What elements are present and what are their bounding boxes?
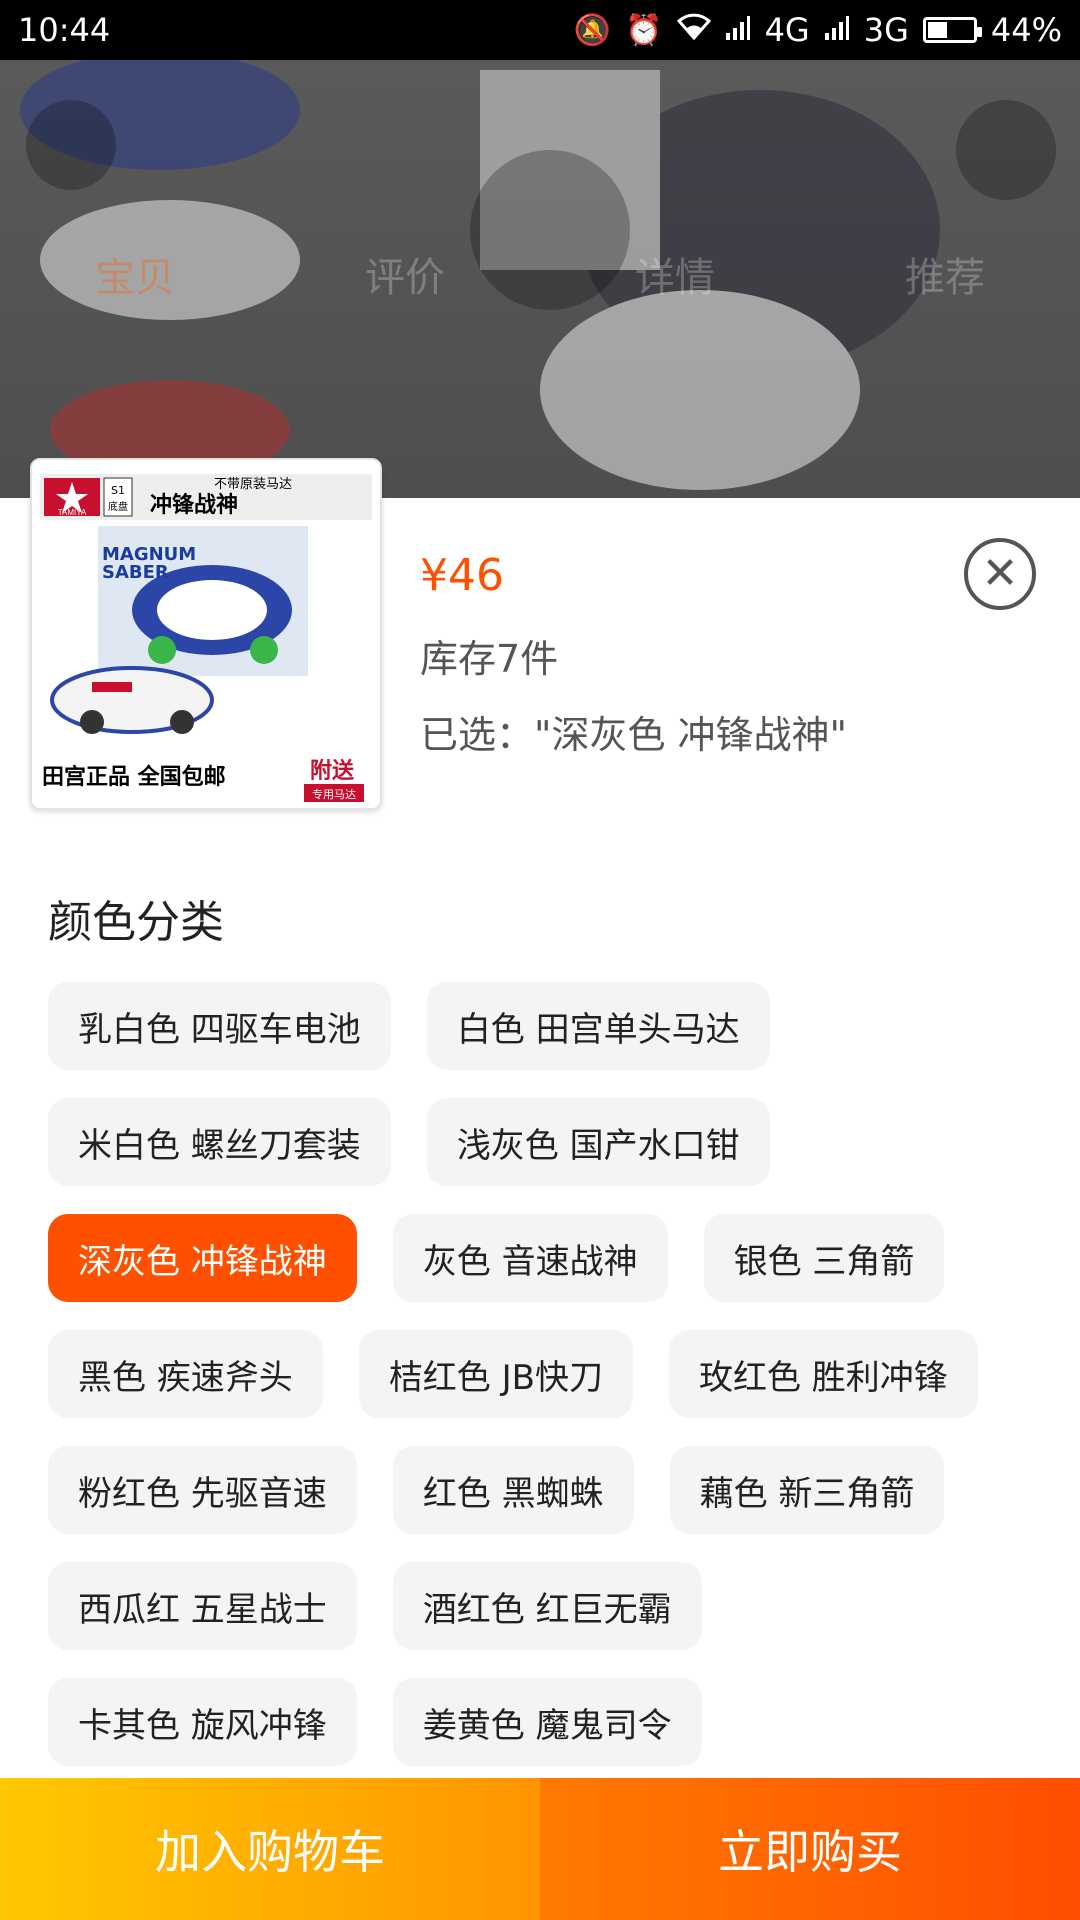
- sku-option-row: 米白色 螺丝刀套装 浅灰色 国产水口钳: [48, 1098, 1048, 1186]
- thumb-bottom-left: 田宫正品 全国包邮: [42, 764, 226, 790]
- background-tabs: 宝贝 评价 详情 推荐: [0, 245, 1080, 303]
- sku-option[interactable]: 米白色 螺丝刀套装: [48, 1098, 391, 1186]
- sku-option[interactable]: 卡其色 旋风冲锋: [48, 1678, 357, 1766]
- sku-option[interactable]: 粉红色 先驱音速: [48, 1446, 357, 1534]
- tab-recommend: 推荐: [905, 255, 985, 301]
- status-time: 10:44: [18, 11, 111, 49]
- selected-sku: 已选："深灰色 冲锋战神": [420, 713, 848, 757]
- screen: 10:44 🔕 ⏰ 4G 3G 44% 宝贝 评价 详情 推荐 TAMIYA S…: [0, 0, 1080, 1920]
- sku-option-row: 乳白色 四驱车电池 白色 田宫单头马达: [48, 982, 1048, 1070]
- product-price: ¥46: [420, 550, 504, 601]
- status-icons: 🔕 ⏰ 4G 3G 44%: [574, 11, 1062, 49]
- back-button-dim: [26, 100, 116, 190]
- dimmed-product-background[interactable]: 宝贝 评价 详情 推荐: [0, 60, 1080, 500]
- sku-options: 乳白色 四驱车电池 白色 田宫单头马达 米白色 螺丝刀套装 浅灰色 国产水口钳 深灰色 …: [48, 982, 1048, 1794]
- add-to-cart-button[interactable]: 加入购物车: [0, 1778, 540, 1920]
- sku-option[interactable]: 玫红色 胜利冲锋: [668, 1330, 978, 1418]
- alarm-icon: ⏰: [625, 12, 663, 48]
- bottom-action-bar: 加入购物车 立即购买: [0, 1778, 1080, 1920]
- close-button[interactable]: ✕: [964, 538, 1036, 610]
- sku-option-row: 黑色 疾速斧头 桔红色 JB快刀 玫红色 胜利冲锋: [48, 1330, 1048, 1418]
- svg-text:S1: S1: [111, 484, 125, 497]
- tab-baobei: 宝贝: [95, 255, 175, 301]
- product-thumbnail: TAMIYA S1 底盘 不带原装马达 冲锋战神 MAGNUM SABER 田宫…: [30, 458, 382, 810]
- sku-option[interactable]: 银色 三角箭: [703, 1214, 945, 1302]
- svg-text:SABER: SABER: [102, 562, 169, 583]
- sku-option-row: 卡其色 旋风冲锋 姜黄色 魔鬼司令: [48, 1678, 1048, 1766]
- mute-bell-icon: 🔕: [573, 12, 612, 48]
- sku-option[interactable]: 藕色 新三角箭: [669, 1446, 945, 1534]
- signal-icon-1: [725, 11, 751, 49]
- sku-option[interactable]: 浅灰色 国产水口钳: [426, 1098, 770, 1186]
- wifi-icon: [676, 12, 711, 48]
- sku-option[interactable]: 黑色 疾速斧头: [48, 1330, 323, 1418]
- network-type-1: 4G: [764, 11, 810, 49]
- sku-option[interactable]: 桔红色 JB快刀: [358, 1330, 633, 1418]
- sku-sheet: TAMIYA S1 底盘 不带原装马达 冲锋战神 MAGNUM SABER 田宫…: [0, 458, 1080, 1920]
- product-stock: 库存7件: [420, 637, 559, 681]
- network-type-2: 3G: [863, 11, 909, 49]
- sku-option[interactable]: 姜黄色 魔鬼司令: [392, 1678, 702, 1766]
- signal-icon-2: [824, 11, 850, 49]
- more-button-dim: [956, 100, 1056, 200]
- tab-reviews: 评价: [365, 255, 445, 301]
- sku-section-title: 颜色分类: [48, 897, 224, 948]
- status-bar: 10:44 🔕 ⏰ 4G 3G 44%: [0, 0, 1080, 60]
- thumb-tagline: 不带原装马达: [214, 477, 292, 492]
- sku-option[interactable]: 灰色 音速战神: [392, 1214, 668, 1302]
- sku-option[interactable]: 白色 田宫单头马达: [426, 982, 770, 1070]
- thumb-bottom-right-top: 附送: [310, 758, 354, 784]
- thumb-bottom-right-bottom: 专用马达: [312, 787, 356, 801]
- sku-option[interactable]: 红色 黑蜘蛛: [392, 1446, 634, 1534]
- svg-text:底盘: 底盘: [108, 500, 128, 513]
- sku-option-row: 深灰色 冲锋战神 灰色 音速战神 银色 三角箭: [48, 1214, 1048, 1302]
- battery-percent: 44%: [990, 11, 1062, 49]
- sku-option[interactable]: 酒红色 红巨无霸: [392, 1562, 702, 1650]
- thumb-brand: TAMIYA: [58, 508, 87, 517]
- sku-option[interactable]: 乳白色 四驱车电池: [48, 982, 391, 1070]
- sku-option-selected[interactable]: 深灰色 冲锋战神: [48, 1214, 357, 1302]
- close-icon: ✕: [981, 548, 1019, 599]
- buy-now-button[interactable]: 立即购买: [540, 1778, 1080, 1920]
- sku-option-row: 西瓜红 五星战士 酒红色 红巨无霸: [48, 1562, 1048, 1650]
- battery-icon: [922, 17, 982, 43]
- sku-option[interactable]: 西瓜红 五星战士: [48, 1562, 357, 1650]
- tab-details: 详情: [635, 255, 715, 301]
- sku-option-row: 粉红色 先驱音速 红色 黑蜘蛛 藕色 新三角箭: [48, 1446, 1048, 1534]
- thumb-name: 冲锋战神: [150, 492, 238, 518]
